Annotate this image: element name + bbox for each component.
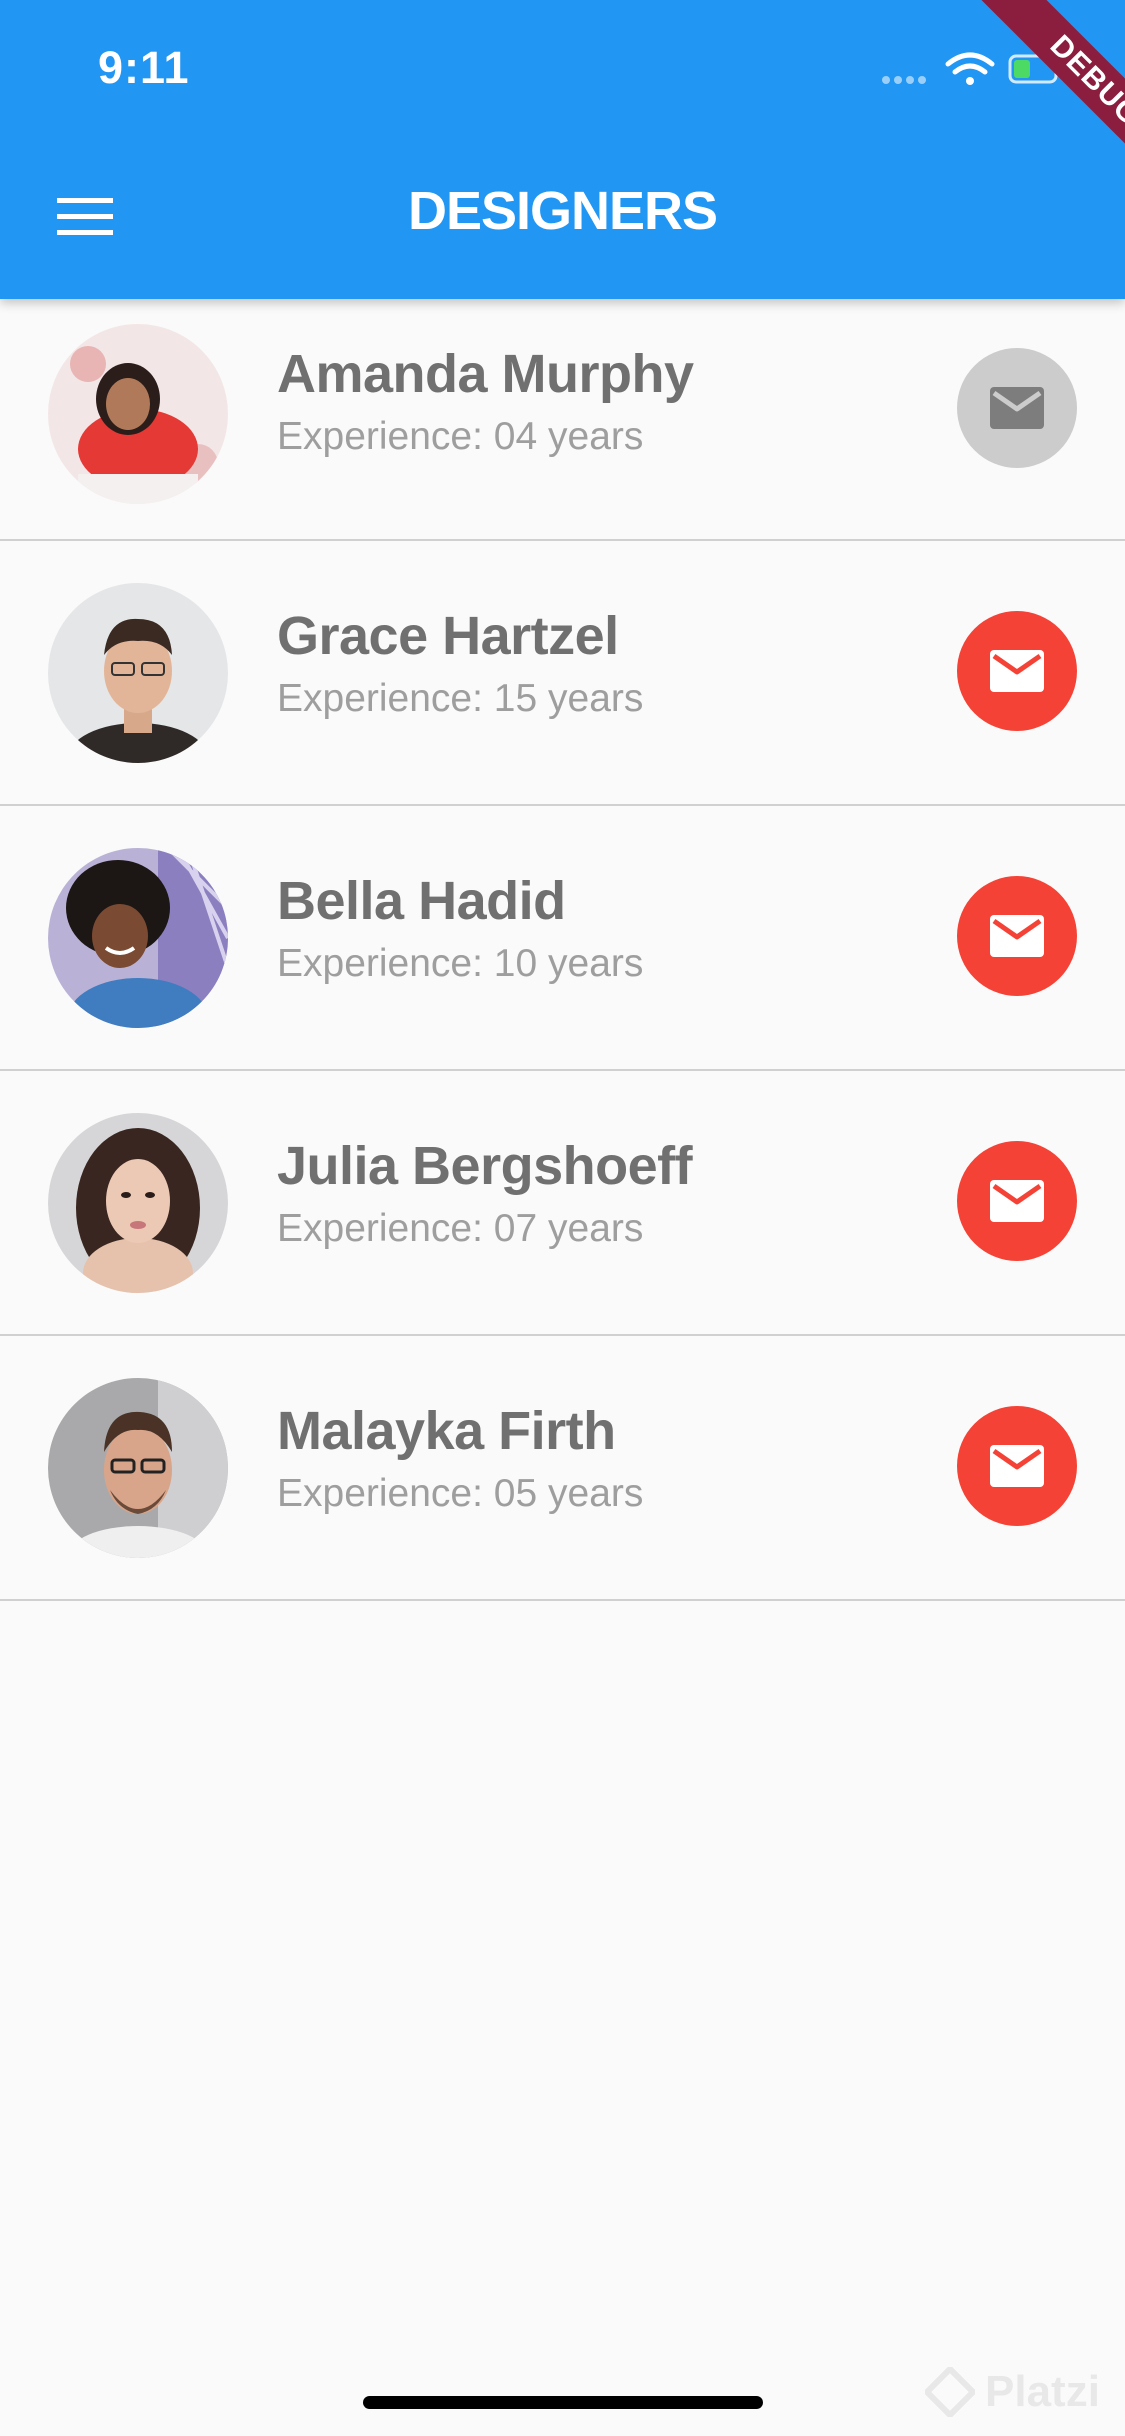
mail-button[interactable] — [957, 876, 1077, 996]
mail-button[interactable] — [957, 1406, 1077, 1526]
designer-experience: Experience: 10 years — [277, 942, 644, 985]
designer-name: Grace Hartzel — [277, 606, 619, 666]
status-time: 9:11 — [98, 42, 190, 93]
mail-icon — [990, 915, 1044, 957]
designer-name: Bella Hadid — [277, 871, 566, 931]
avatar — [48, 583, 228, 763]
mail-icon — [990, 387, 1044, 429]
mail-icon — [990, 1445, 1044, 1487]
avatar — [48, 848, 228, 1028]
platzi-logo-icon — [925, 2367, 975, 2417]
list-item[interactable]: Amanda Murphy Experience: 04 years — [0, 299, 1125, 541]
platzi-watermark: Platzi — [925, 2352, 1125, 2432]
mail-button[interactable] — [957, 611, 1077, 731]
list-item[interactable]: Grace Hartzel Experience: 15 years — [0, 541, 1125, 806]
avatar — [48, 1113, 228, 1293]
designer-experience: Experience: 05 years — [277, 1472, 644, 1515]
debug-banner: DEBUG — [925, 0, 1125, 200]
debug-banner-label: DEBUG — [972, 0, 1125, 200]
designer-list: Amanda Murphy Experience: 04 years Grace… — [0, 299, 1125, 1601]
designer-name: Amanda Murphy — [277, 344, 694, 404]
avatar — [48, 1378, 228, 1558]
avatar — [48, 324, 228, 504]
designer-experience: Experience: 15 years — [277, 677, 644, 720]
home-indicator[interactable] — [363, 2396, 763, 2409]
list-item[interactable]: Bella Hadid Experience: 10 years — [0, 806, 1125, 1071]
signal-dots-icon — [882, 76, 926, 84]
designer-name: Julia Bergshoeff — [277, 1136, 693, 1196]
list-item[interactable]: Julia Bergshoeff Experience: 07 years — [0, 1071, 1125, 1336]
designer-experience: Experience: 07 years — [277, 1207, 644, 1250]
mail-button[interactable] — [957, 348, 1077, 468]
mail-button[interactable] — [957, 1141, 1077, 1261]
designer-name: Malayka Firth — [277, 1401, 616, 1461]
mail-icon — [990, 650, 1044, 692]
designer-experience: Experience: 04 years — [277, 415, 644, 458]
mail-icon — [990, 1180, 1044, 1222]
watermark-label: Platzi — [985, 2367, 1100, 2416]
list-item[interactable]: Malayka Firth Experience: 05 years — [0, 1336, 1125, 1601]
